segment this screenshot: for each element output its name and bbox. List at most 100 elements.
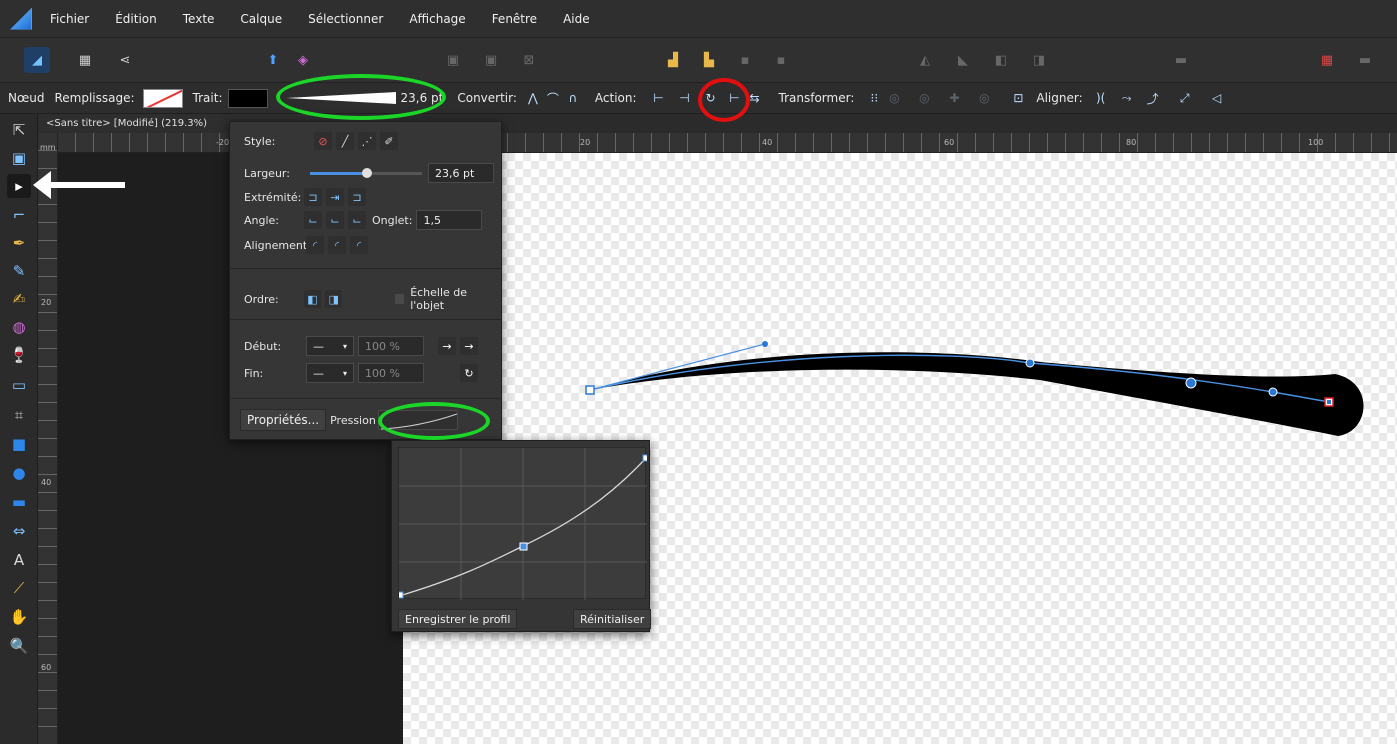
snap-options-icon[interactable]: ▬ <box>1352 47 1378 73</box>
end-scale-field[interactable]: 100 % <box>358 363 424 383</box>
end-row: Fin: — ▾ 100 % ↻ <box>244 363 482 383</box>
rotate-left-icon[interactable]: ◧ <box>988 47 1014 73</box>
width-field[interactable]: 23,6 pt <box>428 163 494 183</box>
rotate-right-icon[interactable]: ◨ <box>1026 47 1052 73</box>
menu-fenetre[interactable]: Fenêtre <box>492 12 537 26</box>
move-back-icon[interactable]: ▟ <box>660 47 686 73</box>
artboard-tool-icon[interactable]: ▣ <box>7 146 31 170</box>
menu-selectionner[interactable]: Sélectionner <box>308 12 383 26</box>
move-tool-icon[interactable]: ⇱ <box>7 118 31 142</box>
miter-field[interactable]: 1,5 <box>416 210 483 230</box>
flip-vertical-icon[interactable]: ◣ <box>950 47 976 73</box>
snap-nodes-icon[interactable]: ⊡ <box>1008 88 1028 108</box>
align-nodes-extra1-icon[interactable]: ⤢ <box>1175 88 1195 108</box>
ruler-h-label: 60 <box>944 138 955 147</box>
bevel-join-icon[interactable]: ⌙ <box>348 211 366 229</box>
export-persona-icon[interactable]: ⋖ <box>112 47 138 73</box>
color-picker-tool-icon[interactable]: ⟋ <box>7 576 31 600</box>
place-image-tool-icon[interactable]: ▭ <box>7 373 31 397</box>
round-cap-icon[interactable]: ⇥ <box>326 188 344 206</box>
pencil-tool-icon[interactable]: ✎ <box>7 259 31 283</box>
square-cap-icon[interactable]: ⊐ <box>348 188 366 206</box>
stroke-front-icon[interactable]: ◨ <box>325 290 343 308</box>
align-nodes-distribute-icon[interactable]: ⤴ <box>1143 88 1163 108</box>
rectangle-tool-icon[interactable]: ■ <box>7 432 31 456</box>
hand-tool-icon[interactable]: ✋ <box>7 605 31 629</box>
menu-fichier[interactable]: Fichier <box>50 12 89 26</box>
arrow-start-icon[interactable]: → <box>438 337 456 355</box>
solid-stroke-icon[interactable]: ╱ <box>336 132 354 150</box>
designer-persona-icon[interactable]: ◢ <box>24 47 50 73</box>
pixel-persona-icon[interactable]: ▦ <box>72 47 98 73</box>
no-stroke-icon[interactable]: ⊘ <box>314 132 332 150</box>
transform-mode-icon[interactable]: ⁝⁝ <box>864 88 884 108</box>
select-layer-icon[interactable]: ▣ <box>478 47 504 73</box>
menu-affichage[interactable]: Affichage <box>409 12 465 26</box>
align-nodes-extra2-icon[interactable]: ◁ <box>1207 88 1227 108</box>
stroke-swatch[interactable] <box>228 88 269 108</box>
menu-texte[interactable]: Texte <box>183 12 215 26</box>
arrange-icon[interactable]: ⬆ <box>260 47 286 73</box>
transform-opt4-icon[interactable]: ◎ <box>974 88 994 108</box>
align-label: Aligner: <box>1036 91 1083 105</box>
width-slider-thumb[interactable] <box>361 168 372 178</box>
select-bounds-icon[interactable]: ▣ <box>440 47 466 73</box>
fill-tool-icon[interactable]: ◍ <box>7 315 31 339</box>
select-transform-icon[interactable]: ⊠ <box>516 47 542 73</box>
move-top-icon[interactable]: ▪ <box>768 47 794 73</box>
move-forward-icon[interactable]: ▙ <box>696 47 722 73</box>
shape-tool-icon[interactable]: ⇔ <box>7 519 31 543</box>
rounded-rect-tool-icon[interactable]: ▬ <box>7 490 31 514</box>
miter-join-icon[interactable]: ⌙ <box>304 211 322 229</box>
stroke-behind-icon[interactable]: ◧ <box>303 290 322 308</box>
text-tool-icon[interactable]: A <box>7 548 31 572</box>
zoom-tool-icon[interactable]: 🔍 <box>7 634 31 658</box>
vector-brush-tool-icon[interactable]: ✍ <box>7 287 31 311</box>
butt-cap-icon[interactable]: ⊐ <box>304 188 322 206</box>
app-logo-icon[interactable] <box>10 7 32 30</box>
divider <box>230 398 501 399</box>
transparency-tool-icon[interactable]: 🍷 <box>7 343 31 367</box>
arrow-end-icon[interactable]: → <box>460 337 478 355</box>
transform-opt1-icon[interactable]: ◎ <box>884 88 904 108</box>
swap-arrows-icon[interactable]: ↻ <box>460 364 478 382</box>
convert-smart-icon[interactable]: ∩ <box>563 88 583 108</box>
crop-tool-icon[interactable]: ⌗ <box>7 403 31 427</box>
transform-opt3-icon[interactable]: ✚ <box>944 88 964 108</box>
menu-edition[interactable]: Édition <box>115 12 157 26</box>
fill-swatch[interactable] <box>142 88 183 108</box>
dashed-stroke-icon[interactable]: ⋰ <box>358 132 376 150</box>
menu-aide[interactable]: Aide <box>563 12 590 26</box>
pressure-graph[interactable] <box>398 447 647 600</box>
align-inside-icon[interactable]: ◜ <box>328 236 346 254</box>
align-nodes-h-icon[interactable]: )( <box>1091 88 1111 108</box>
round-join-icon[interactable]: ⌙ <box>326 211 344 229</box>
transform-opt2-icon[interactable]: ◎ <box>914 88 934 108</box>
close-curve-icon[interactable]: ⊣ <box>675 88 695 108</box>
end-arrowhead-select[interactable]: — ▾ <box>306 363 354 383</box>
reset-button[interactable]: Réinitialiser <box>573 609 652 629</box>
start-arrowhead-select[interactable]: — ▾ <box>306 336 354 356</box>
align-nodes-v-icon[interactable]: ⤳ <box>1117 88 1137 108</box>
texture-stroke-icon[interactable]: ✐ <box>380 132 398 150</box>
width-slider[interactable] <box>310 165 422 181</box>
menu-calque[interactable]: Calque <box>240 12 282 26</box>
node-tool-icon[interactable]: ▸ <box>7 174 31 198</box>
break-curve-icon[interactable]: ⊢ <box>649 88 669 108</box>
move-front-icon[interactable]: ▪ <box>732 47 758 73</box>
start-scale-field[interactable]: 100 % <box>358 336 424 356</box>
corner-tool-icon[interactable]: ⌐ <box>7 203 31 227</box>
align-center-icon[interactable]: ◜ <box>306 236 324 254</box>
grid-icon[interactable]: ▦ <box>1314 47 1340 73</box>
align-outside-icon[interactable]: ◜ <box>350 236 368 254</box>
convert-smooth-icon[interactable]: ⌒ <box>543 88 563 108</box>
flip-horizontal-icon[interactable]: ◭ <box>912 47 938 73</box>
properties-button[interactable]: Propriétés... <box>240 409 327 431</box>
ellipse-tool-icon[interactable]: ● <box>7 461 31 485</box>
convert-sharp-icon[interactable]: ⋀ <box>523 88 543 108</box>
boolean-ops-icon[interactable]: ▬ <box>1168 47 1194 73</box>
snapping-icon[interactable]: ◈ <box>290 47 316 73</box>
save-profile-button[interactable]: Enregistrer le profil <box>398 609 518 629</box>
scale-with-object-checkbox[interactable] <box>394 294 405 304</box>
pen-tool-icon[interactable]: ✒ <box>7 231 31 255</box>
